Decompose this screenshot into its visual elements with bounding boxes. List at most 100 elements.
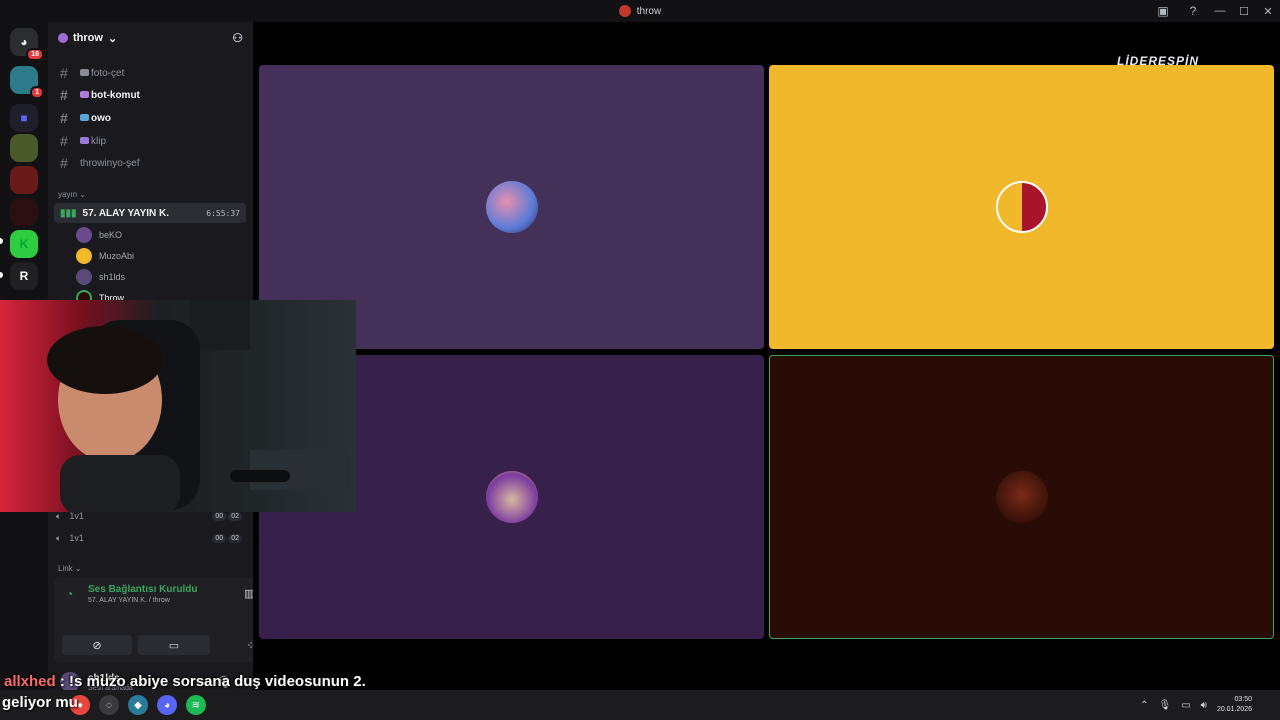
direct-messages-button[interactable]: ◕ 16	[10, 28, 44, 61]
channel-label: throwinyo-şef	[80, 157, 140, 169]
voice-status[interactable]: Ses Bağlantısı Kuruldu	[88, 584, 197, 595]
galatasaray-logo-icon	[995, 181, 1048, 233]
voice-channel-1v1[interactable]: 🔈︎ 1v1 00 02	[56, 529, 242, 547]
robot-icon	[80, 91, 89, 99]
hash-icon: #	[60, 87, 68, 103]
server-header[interactable]: throw ⌄ ⚇	[48, 22, 253, 54]
channel-label: foto-çet	[91, 67, 125, 79]
avatar	[76, 227, 92, 243]
channel-foto-cet[interactable]: # foto-çet	[56, 63, 246, 83]
display-icon[interactable]: ▭	[1181, 700, 1190, 711]
hash-icon: #	[60, 155, 68, 171]
stream-overlay-text: geliyor mu	[2, 694, 78, 711]
participant-avatar	[485, 471, 538, 523]
voice-user-sh1lds[interactable]: sh1lds	[76, 267, 125, 287]
avatar	[76, 269, 92, 285]
folder-icon[interactable]: ■	[10, 104, 38, 132]
voice-channel-active[interactable]: ▮▮▮ 57. ALAY YAYIN K. 6:55:37	[54, 203, 246, 223]
signal-icon: ◔	[66, 587, 74, 601]
server-button-5[interactable]: K	[10, 230, 38, 258]
voice-channel-label: 1v1	[69, 533, 84, 543]
taskbar: ● ◌ ◆ ◕ ≋ geliyor mu ⌃ 🎙︎ ▭ 🔊︎ 03:50 20.…	[0, 690, 1280, 720]
participant-avatar	[995, 471, 1048, 523]
volume-icon[interactable]: 🔊︎	[1201, 700, 1207, 711]
chevron-up-icon[interactable]: ⌃	[1140, 700, 1148, 711]
discord-icon[interactable]: ◕	[157, 695, 177, 715]
screen-share-button[interactable]: ▭	[138, 635, 210, 655]
help-icon[interactable]: ?	[1178, 0, 1208, 22]
participant-tile-muzoabi[interactable]	[769, 65, 1274, 349]
server-button-3[interactable]	[10, 166, 38, 194]
speaker-icon: 🔈︎	[56, 532, 62, 543]
webcam-overlay	[0, 300, 356, 512]
channel-owo[interactable]: # owo	[56, 108, 246, 128]
voice-channel-label: 1v1	[69, 511, 84, 521]
voice-user-muzoabi[interactable]: MuzoAbi	[76, 246, 134, 266]
server-name: throw	[73, 32, 103, 44]
window-title-text: throw	[636, 5, 662, 17]
voice-user-name: sh1lds	[99, 272, 126, 282]
film-icon	[80, 137, 89, 145]
camera-off-button[interactable]: ⊘	[62, 635, 132, 655]
channel-bot-komut[interactable]: # bot-komut	[56, 85, 246, 105]
channel-throwinyo-sef[interactable]: # throwinyo-şef	[56, 153, 246, 173]
camera-icon	[80, 69, 89, 77]
category-link[interactable]: Link ⌄	[58, 564, 82, 573]
sponsor-watermark: LİDERESPİN	[1117, 54, 1200, 68]
chat-text: : !s muzo abiye sorsana duş videosunun 2…	[55, 673, 366, 690]
server-badge: 1	[30, 86, 44, 99]
stream-chat-message: allxhed : !s muzo abiye sorsana duş vide…	[4, 673, 366, 690]
inbox-icon[interactable]: ▣	[1148, 0, 1178, 22]
add-member-icon[interactable]: ⚇	[232, 31, 243, 45]
server-icon	[58, 33, 68, 43]
server-button-2[interactable]	[10, 134, 38, 162]
voice-channel-name: 57. ALAY YAYIN K.	[82, 207, 170, 219]
unread-indicator	[0, 272, 3, 278]
title-bar: throw ▣ ? — ☐ ✕	[0, 0, 1280, 22]
dm-badge: 16	[26, 48, 44, 61]
participant-avatar	[485, 181, 538, 233]
system-tray: ⌃ 🎙︎ ▭ 🔊︎ 03:50 20.01.2026	[1140, 690, 1280, 720]
voice-activity-icon: ▮▮▮	[60, 207, 77, 219]
app-icon[interactable]: ◆	[128, 695, 148, 715]
discord-icon: ◕	[20, 35, 28, 49]
server-folder-button[interactable]: 1	[10, 66, 44, 99]
avatar	[76, 248, 92, 264]
spotify-icon[interactable]: ≋	[186, 695, 206, 715]
category-yayin[interactable]: yayın ⌄	[58, 190, 86, 199]
voice-stage: LİDERESPİN	[253, 22, 1280, 698]
minimize-button[interactable]: —	[1208, 0, 1232, 22]
clock[interactable]: 03:50 20.01.2026	[1217, 695, 1252, 715]
microphone-icon[interactable]: 🎙︎	[1158, 700, 1171, 711]
voice-user-name: MuzoAbi	[99, 251, 135, 261]
channel-label: bot-komut	[91, 89, 140, 101]
voice-user-beko[interactable]: beKO	[76, 225, 122, 245]
server-button-r[interactable]: R	[10, 262, 38, 290]
clock-date: 20.01.2026	[1216, 706, 1252, 713]
hash-icon: #	[60, 133, 68, 149]
streamer-webcam-image	[47, 300, 350, 512]
screen-share-icon: ▭	[168, 639, 180, 652]
server-button-4[interactable]	[10, 198, 38, 226]
voice-location[interactable]: 57. ALAY YAYIN K. / throw	[88, 597, 170, 604]
camera-off-icon: ⊘	[92, 639, 102, 652]
close-button[interactable]: ✕	[1256, 0, 1280, 22]
chat-username: allxhed	[4, 673, 56, 690]
channel-label: klip	[91, 135, 107, 147]
app-icon[interactable]: ◌	[99, 695, 119, 715]
voice-timer: 6:55:37	[206, 208, 240, 218]
speaker-icon: 🔈︎	[56, 510, 62, 521]
chevron-down-icon: ⌄	[107, 32, 118, 45]
channel-klip[interactable]: # klip	[56, 131, 246, 151]
server-icon	[618, 5, 631, 17]
unread-indicator	[0, 238, 3, 244]
channel-label: owo	[91, 112, 111, 124]
maximize-button[interactable]: ☐	[1232, 0, 1256, 22]
clock-time: 03:50	[1234, 696, 1252, 703]
participant-tile-throw[interactable]	[769, 355, 1274, 639]
hash-icon: #	[60, 110, 68, 126]
hash-icon: #	[60, 65, 68, 81]
voice-user-name: beKO	[99, 230, 123, 240]
flag-icon	[80, 114, 89, 122]
window-title: throw	[618, 5, 662, 17]
